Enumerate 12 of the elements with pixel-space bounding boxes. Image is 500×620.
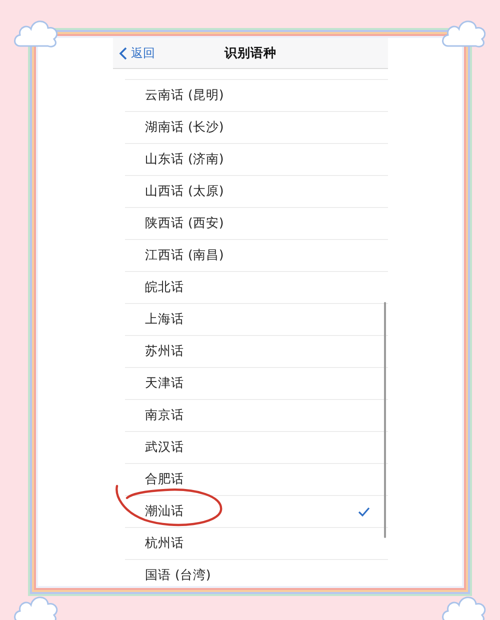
- language-option[interactable]: 山西话 (太原): [125, 176, 388, 208]
- language-option[interactable]: 皖北话: [125, 272, 388, 304]
- language-option[interactable]: 国语 (台湾): [125, 560, 388, 586]
- language-option[interactable]: 江西话 (南昌): [125, 240, 388, 272]
- language-option[interactable]: 云南话 (昆明): [125, 80, 388, 112]
- back-button[interactable]: 返回: [113, 44, 155, 62]
- chevron-icon: [119, 46, 127, 60]
- language-option[interactable]: 陕西话 (西安): [125, 208, 388, 240]
- screen-title: 识别语种: [224, 44, 276, 62]
- language-option[interactable]: 湖南话 (长沙): [125, 112, 388, 144]
- language-option[interactable]: 山东话 (济南): [125, 144, 388, 176]
- language-option[interactable]: 杭州话: [125, 528, 388, 560]
